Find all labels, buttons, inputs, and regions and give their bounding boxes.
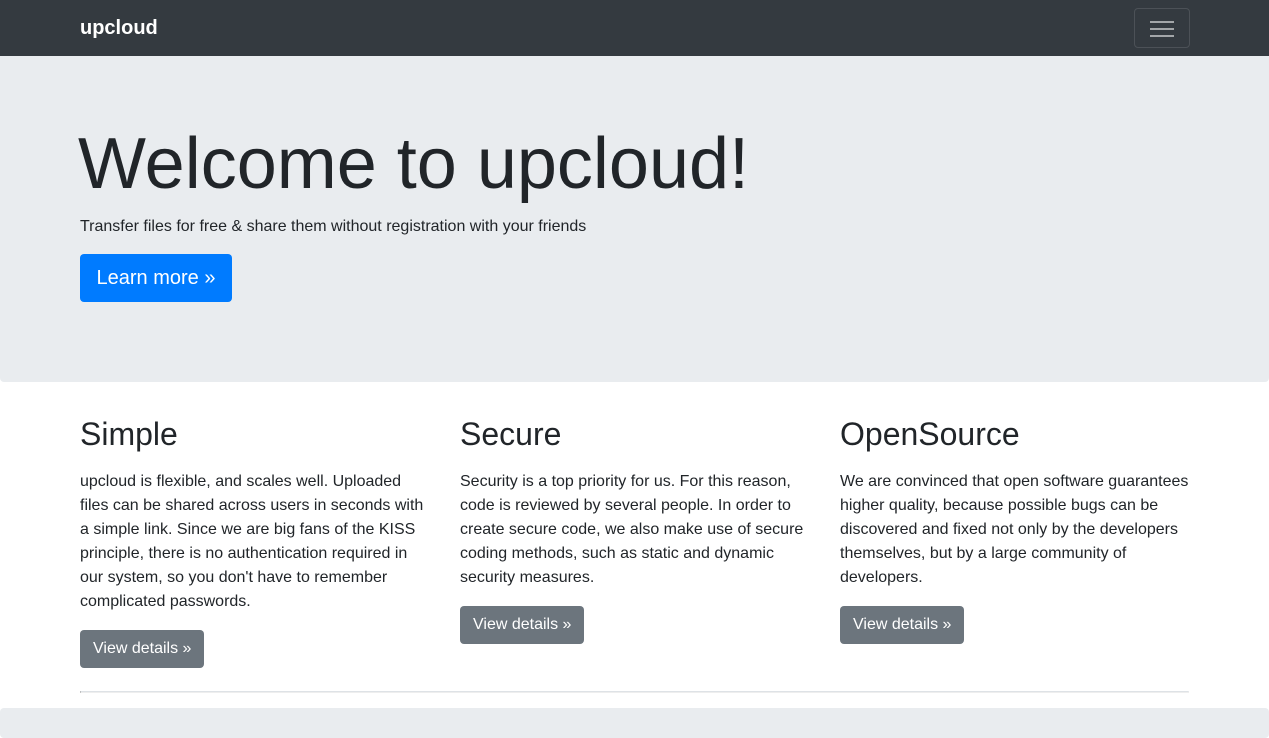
divider <box>80 691 1189 693</box>
feature-opensource: OpenSource We are convinced that open so… <box>840 414 1190 644</box>
learn-more-button[interactable]: Learn more » <box>80 254 232 302</box>
feature-text: upcloud is flexible, and scales well. Up… <box>80 473 424 610</box>
view-details-button[interactable]: View details » <box>460 606 585 644</box>
feature-text: Security is a top priority for us. For t… <box>460 473 804 586</box>
feature-simple: Simple upcloud is flexible, and scales w… <box>80 414 430 668</box>
view-details-button[interactable]: View details » <box>80 630 205 668</box>
feature-text: We are convinced that open software guar… <box>840 473 1189 586</box>
navbar: upcloud <box>0 0 1269 56</box>
hero-jumbotron: Welcome to upcloud! Transfer files for f… <box>0 56 1269 382</box>
hamburger-menu-icon[interactable] <box>1134 8 1190 48</box>
feature-title: Simple <box>80 416 178 452</box>
hero-title: Welcome to upcloud! <box>78 124 750 204</box>
feature-title: OpenSource <box>840 416 1020 452</box>
feature-secure: Secure Security is a top priority for us… <box>460 414 810 644</box>
view-details-button[interactable]: View details » <box>840 606 965 644</box>
brand-link[interactable]: upcloud <box>80 15 158 41</box>
hero-lead: Transfer files for free & share them wit… <box>80 218 587 235</box>
footer-band <box>0 708 1269 738</box>
feature-title: Secure <box>460 416 562 452</box>
